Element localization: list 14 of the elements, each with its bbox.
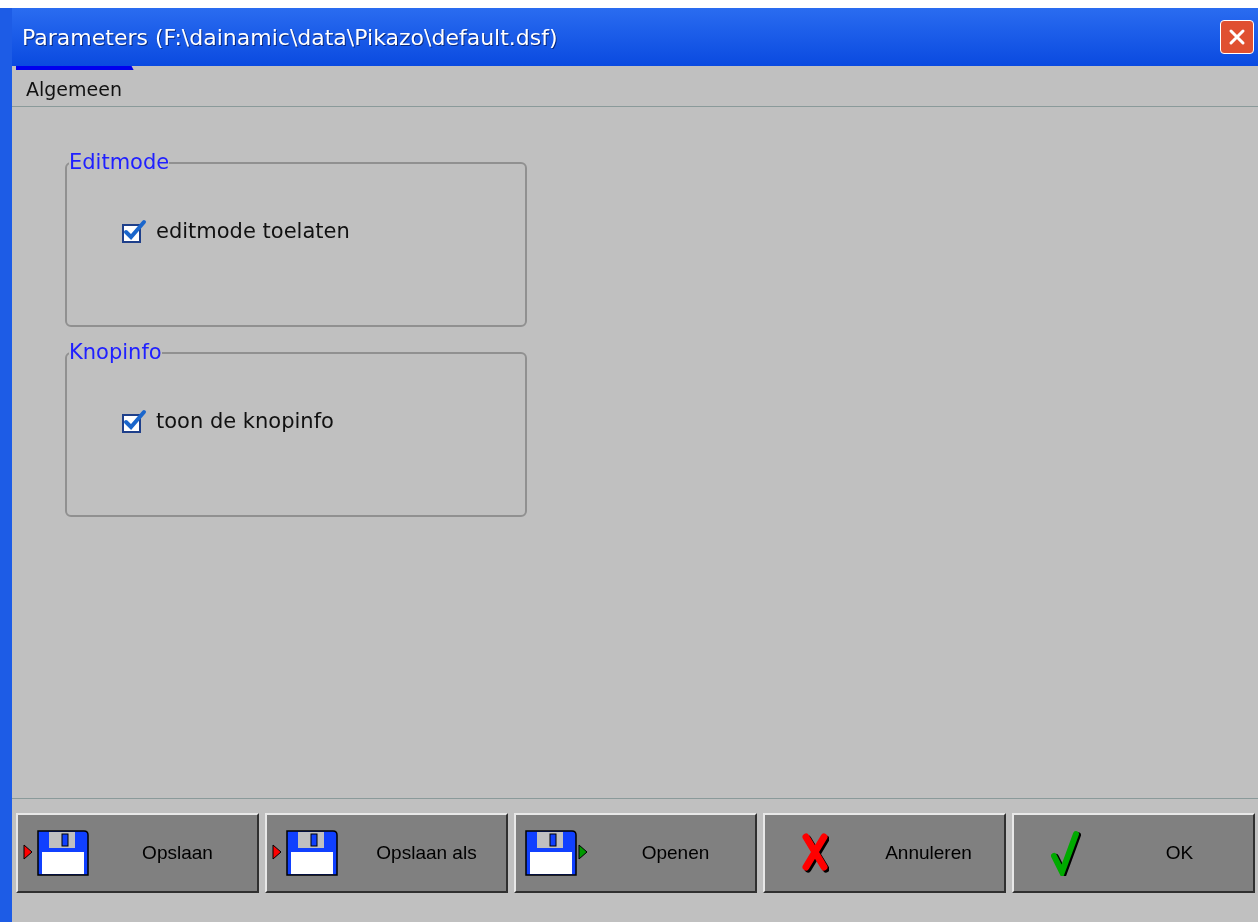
toolbar-button[interactable]: Annuleren [763, 813, 1006, 893]
group-title: Knopinfo [69, 340, 162, 364]
checkbox[interactable] [122, 219, 148, 243]
toolbar-button[interactable]: Openen [514, 813, 757, 893]
toolbar-button[interactable]: OK [1012, 813, 1255, 893]
checkbox-label: editmode toelaten [156, 219, 350, 243]
checkbox-label: toon de knopinfo [156, 409, 334, 433]
checkbox[interactable] [122, 409, 148, 433]
close-button[interactable] [1220, 20, 1254, 54]
check-icon [1050, 830, 1082, 876]
cross-icon [801, 833, 829, 873]
toolbar-button[interactable]: Opslaan als [265, 813, 508, 893]
window-title: Parameters (F:\dainamic\data\Pikazo\default.dsf) [22, 24, 558, 50]
toolbar-button[interactable]: Opslaan [16, 813, 259, 893]
